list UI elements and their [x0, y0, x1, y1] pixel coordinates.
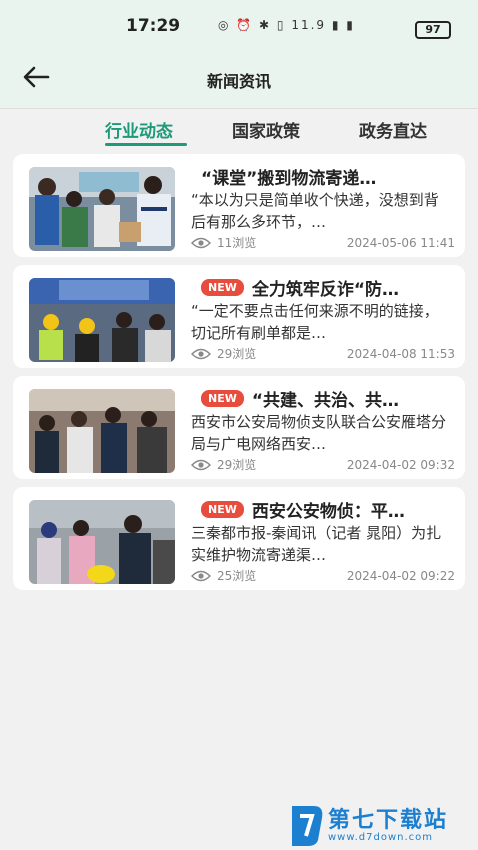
tab-national-policy[interactable]: 国家政策: [232, 117, 300, 142]
site-logo-icon: [292, 806, 323, 846]
news-card[interactable]: NEW “共建、共治、共… 西安市公安局物侦支队联合公安雁塔分局与广电网络西安……: [13, 376, 465, 479]
news-title: NEW “共建、共治、共…: [201, 386, 453, 411]
news-thumbnail: [29, 167, 175, 251]
news-title: NEW 西安公安物侦：平…: [201, 497, 453, 522]
news-meta: 25浏览 2024-04-02 09:22: [191, 567, 455, 584]
news-card[interactable]: “课堂”搬到物流寄递… “本以为只是简单收个快递，没想到背后有那么多环节，… 1…: [13, 154, 465, 257]
page-title: 新闻资讯: [206, 72, 271, 91]
publish-date: 2024-05-06 11:41: [346, 235, 455, 250]
active-tab-indicator: [105, 143, 187, 146]
battery-icon: 97: [415, 21, 451, 39]
new-badge: NEW: [201, 279, 244, 296]
publish-date: 2024-04-02 09:32: [346, 457, 455, 472]
news-summary: “本以为只是简单收个快递，没想到背后有那么多环节，…: [191, 191, 439, 231]
tab-bar: 行业动态 国家政策 政务直达: [0, 108, 478, 151]
watermark-url: www.d7down.com: [328, 832, 434, 843]
news-summary: “一定不要点击任何来源不明的链接，切记所有刷单都是…: [191, 302, 439, 342]
header: 新闻资讯: [0, 50, 478, 108]
status-icons: ◎ ⏰ ✱ ▯ 11.9 ▮ ▮: [218, 18, 355, 32]
news-thumbnail: [29, 389, 175, 473]
view-count: 29浏览: [217, 347, 257, 361]
eye-icon: [191, 570, 211, 581]
news-card[interactable]: NEW 西安公安物侦：平… 三秦都市报-秦闻讯（记者 晁阳）为扎实维护物流寄递渠…: [13, 487, 465, 590]
eye-icon: [191, 237, 211, 248]
new-badge: NEW: [201, 390, 244, 407]
news-thumbnail: [29, 278, 175, 362]
news-summary: 三秦都市报-秦闻讯（记者 晁阳）为扎实维护物流寄递渠…: [191, 524, 442, 564]
eye-icon: [191, 459, 211, 470]
view-count: 29浏览: [217, 458, 257, 472]
news-meta: 11浏览 2024-05-06 11:41: [191, 234, 455, 251]
top-bar: 17:29 ◎ ⏰ ✱ ▯ 11.9 ▮ ▮ 97 新闻资讯: [0, 0, 478, 108]
news-meta: 29浏览 2024-04-08 11:53: [191, 345, 455, 362]
publish-date: 2024-04-08 11:53: [346, 346, 455, 361]
watermark: 第七下载站 www.d7down.com: [288, 800, 478, 850]
status-time: 17:29: [126, 16, 181, 36]
tab-industry-news[interactable]: 行业动态: [105, 117, 173, 142]
publish-date: 2024-04-02 09:22: [346, 568, 455, 583]
status-bar: 17:29 ◎ ⏰ ✱ ▯ 11.9 ▮ ▮ 97: [0, 8, 478, 44]
new-badge: NEW: [201, 501, 244, 518]
news-title: “课堂”搬到物流寄递…: [201, 169, 377, 189]
watermark-text: 第七下载站: [328, 808, 449, 833]
news-meta: 29浏览 2024-04-02 09:32: [191, 456, 455, 473]
news-title: NEW 全力筑牢反诈“防…: [201, 275, 453, 300]
news-thumbnail: [29, 500, 175, 584]
view-count: 25浏览: [217, 569, 257, 583]
tab-government-affairs[interactable]: 政务直达: [359, 117, 427, 142]
eye-icon: [191, 348, 211, 359]
news-card[interactable]: NEW 全力筑牢反诈“防… “一定不要点击任何来源不明的链接，切记所有刷单都是……: [13, 265, 465, 368]
view-count: 11浏览: [217, 236, 257, 250]
news-summary: 西安市公安局物侦支队联合公安雁塔分局与广电网络西安…: [191, 413, 447, 453]
